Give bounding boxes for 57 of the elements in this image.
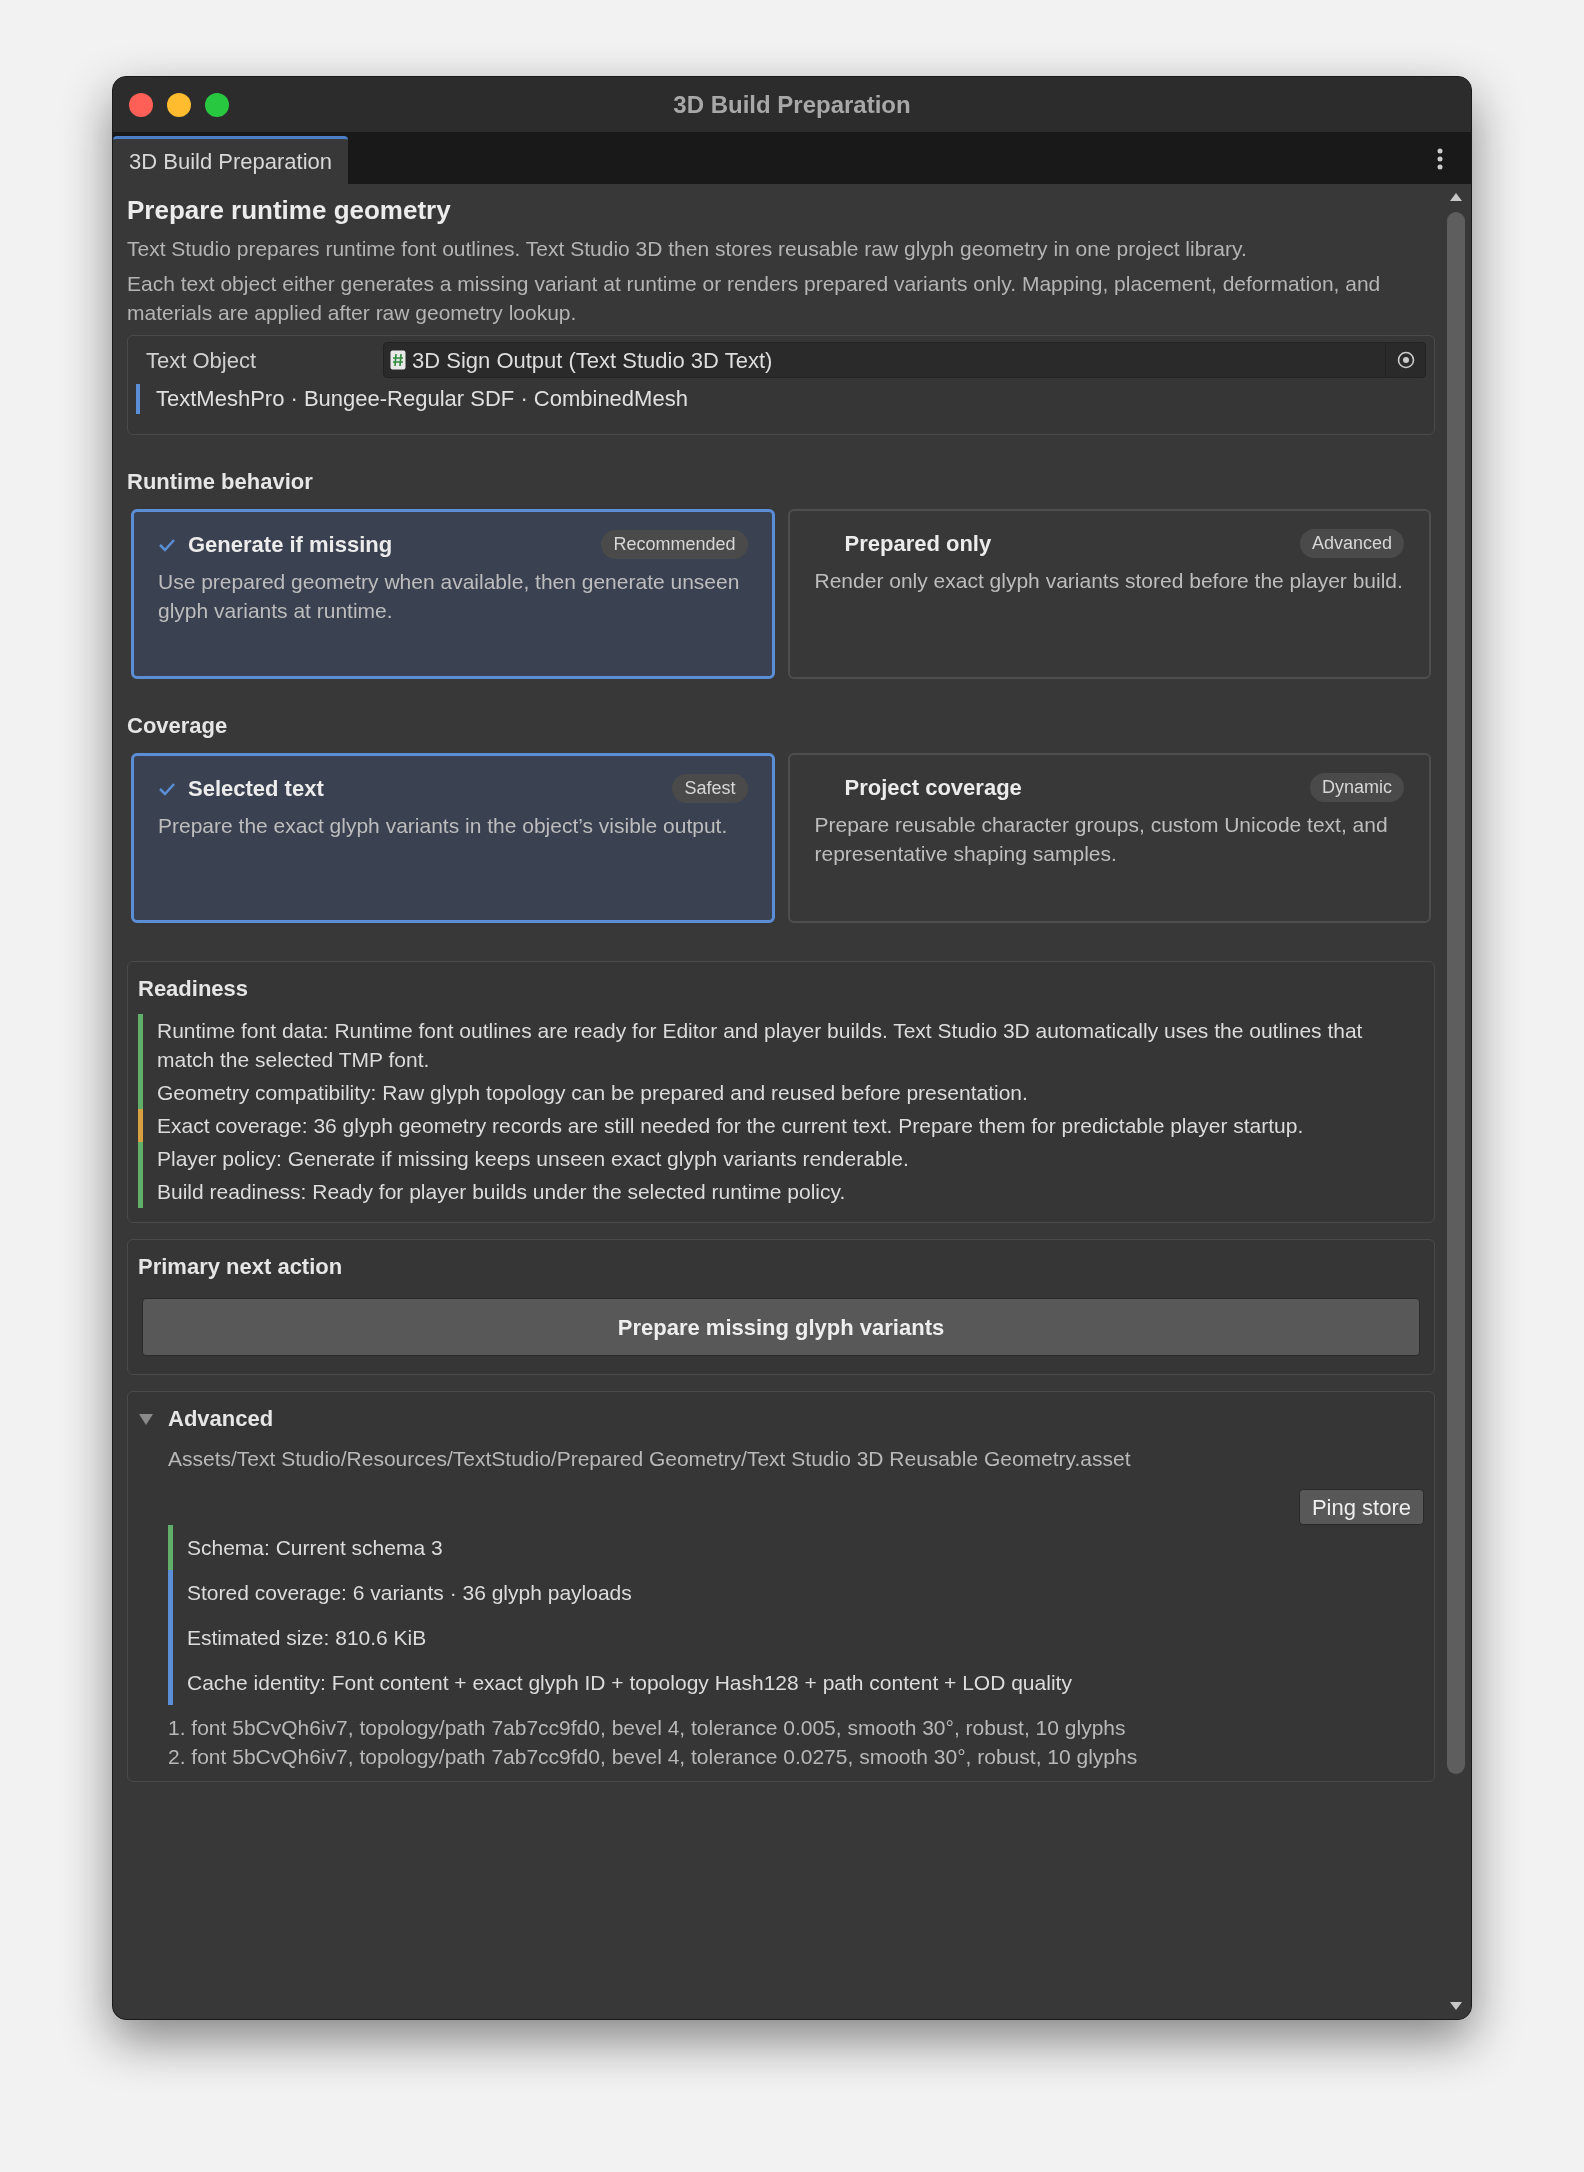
- expanded-triangle-icon[interactable]: [138, 1411, 154, 1427]
- zoom-button[interactable]: [205, 92, 229, 117]
- option-card[interactable]: Project coverage Dynamic Prepare reusable character groups, custom Unicode text, and representative shaping samples.: [787, 753, 1431, 923]
- scroll-down-icon[interactable]: [1449, 2001, 1463, 2011]
- panel-heading: Readiness: [138, 975, 250, 1003]
- status-text: Runtime font data: Runtime font outlines are ready for Editor and player builds. Text Studio 3D automatically uses the outlines that match the selected TMP font.: [156, 1018, 1364, 1073]
- script-icon: [390, 350, 406, 370]
- option-tag: Recommended: [601, 530, 748, 559]
- section-heading: Runtime behavior: [127, 468, 314, 496]
- record-text: 2. font 5bCvQh6iv7, topology/path 7ab7cc9fd0, bevel 4, tolerance 0.0275, smooth 30°, robust, 10 glyphs: [168, 1744, 1139, 1770]
- option-title: Prepared only: [844, 530, 992, 558]
- scrollbar[interactable]: [1441, 184, 1471, 2019]
- panel-heading: Primary next action: [138, 1253, 344, 1281]
- store-info-text: Estimated size: 810.6 KiB: [186, 1625, 427, 1651]
- page-heading: Prepare runtime geometry: [127, 194, 452, 227]
- description-text: Each text object either generates a missing variant at runtime or renders prepared variants only. Mapping, placement, deformation, and materials are applied after raw geometry lookup.: [127, 271, 1382, 326]
- option-title: Selected text: [188, 775, 324, 803]
- status-text: Exact coverage: 36 glyph geometry records are still needed for the current text. Prepare them for predictable player startup.: [156, 1113, 1304, 1139]
- option-tag: Safest: [672, 774, 748, 803]
- option-card[interactable]: Selected text Safest Prepare the exact glyph variants in the object’s visible output.: [131, 753, 775, 923]
- store-info-text: Cache identity: Font content + exact glyph ID + topology Hash128 + path content + LOD quality: [186, 1670, 1072, 1696]
- ping-store-button[interactable]: Ping store: [1298, 1489, 1424, 1525]
- scroll-up-icon[interactable]: [1449, 192, 1463, 202]
- field-label: Text Object: [145, 346, 258, 375]
- object-field[interactable]: 3D Sign Output (Text Studio 3D Text): [383, 342, 1426, 378]
- option-description: Prepare the exact glyph variants in the object’s visible output.: [158, 813, 729, 839]
- asset-path: Assets/Text Studio/Resources/TextStudio/Prepared Geometry/Text Studio 3D Reusable Geometry.asset: [168, 1446, 1132, 1472]
- record-text: 1. font 5bCvQh6iv7, topology/path 7ab7cc9fd0, bevel 4, tolerance 0.005, smooth 30°, robust, 10 glyphs: [168, 1715, 1127, 1741]
- option-description: Prepare reusable character groups, custom Unicode text, and representative shaping samples.: [814, 812, 1389, 867]
- panel-heading: Advanced: [168, 1405, 274, 1433]
- minimize-button[interactable]: [167, 92, 191, 117]
- option-title: Generate if missing: [188, 531, 393, 559]
- status-text: Geometry compatibility: Raw glyph topology can be prepared and reused before presentation.: [156, 1080, 1028, 1106]
- option-card[interactable]: Prepared only Advanced Render only exact glyph variants stored before the player build.: [787, 509, 1431, 679]
- status-text: Build readiness: Ready for player builds under the selected runtime policy.: [156, 1179, 846, 1205]
- status-text: Player policy: Generate if missing keeps unseen exact glyph variants renderable.: [156, 1146, 909, 1172]
- more-icon[interactable]: [1437, 148, 1443, 170]
- option-title: Project coverage: [844, 774, 1022, 802]
- target-icon[interactable]: [1396, 351, 1415, 369]
- option-description: Use prepared geometry when available, then generate unseen glyph variants at runtime.: [158, 569, 741, 624]
- object-field-value: 3D Sign Output (Text Studio 3D Text): [412, 346, 773, 375]
- store-info-text: Schema: Current schema 3: [186, 1535, 443, 1561]
- option-card[interactable]: Generate if missing Recommended Use prepared geometry when available, then generate unseen glyph variants at runtime.: [131, 509, 775, 679]
- scrollbar-thumb[interactable]: [1447, 212, 1465, 1774]
- section-heading: Coverage: [127, 712, 229, 740]
- option-tag: Dynamic: [1310, 773, 1404, 802]
- window-title: 3D Build Preparation: [673, 89, 911, 120]
- option-description: Render only exact glyph variants stored before the player build.: [814, 568, 1404, 594]
- option-tag: Advanced: [1299, 529, 1404, 558]
- store-info-text: Stored coverage: 6 variants · 36 glyph payloads: [186, 1580, 632, 1606]
- tab[interactable]: 3D Build Preparation: [113, 136, 348, 184]
- check-icon: [158, 781, 176, 796]
- check-icon: [158, 537, 176, 552]
- close-button[interactable]: [129, 92, 153, 117]
- info-text: TextMeshPro · Bungee-Regular SDF · CombinedMesh: [155, 385, 688, 413]
- prepare-button[interactable]: Prepare missing glyph variants: [142, 1298, 1420, 1356]
- description-text: Text Studio prepares runtime font outlines. Text Studio 3D then stores reusable raw glyph geometry in one project library.: [127, 236, 1248, 262]
